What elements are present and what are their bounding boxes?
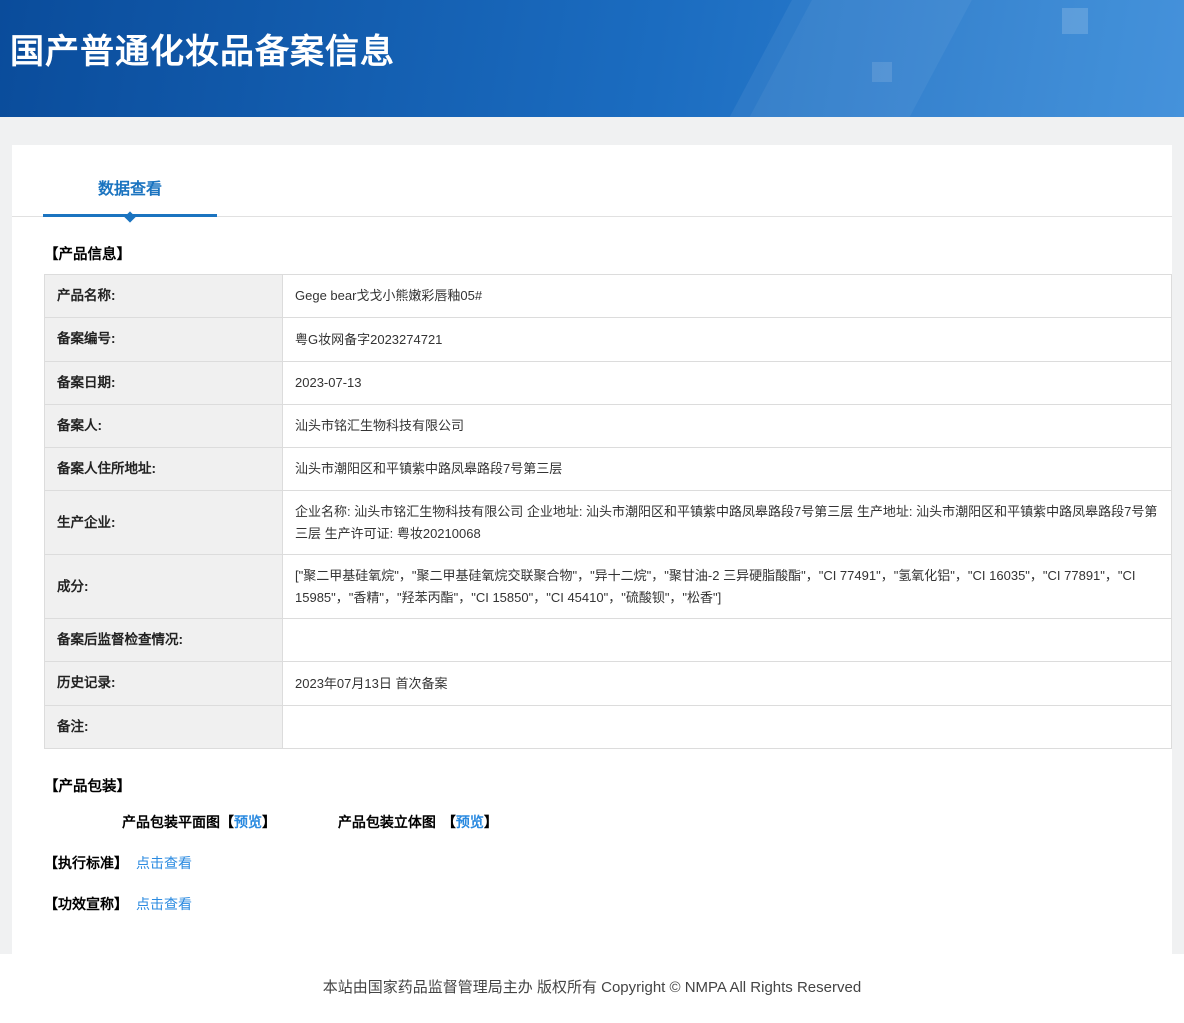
claims-view-link[interactable]: 点击查看 [136, 896, 192, 912]
field-value [282, 618, 1172, 663]
page-title: 国产普通化妆品备案信息 [10, 33, 395, 71]
packaging-solid-item: 产品包装立体图 【预览】 [338, 814, 498, 830]
field-label: 备注: [44, 704, 283, 749]
packaging-row: 产品包装平面图【预览】 产品包装立体图 【预览】 [122, 812, 1172, 832]
main-content: 【产品信息】 产品名称: Gege bear戈戈小熊嫩彩唇釉05# 备案编号: … [12, 243, 1172, 914]
field-value: Gege bear戈戈小熊嫩彩唇釉05# [282, 273, 1172, 319]
table-row: 备案人住所地址: 汕头市潮阳区和平镇紫中路凤皋路段7号第三层 [44, 447, 1172, 492]
bracket-open: 【 [220, 813, 234, 830]
field-value: 2023-07-13 [282, 360, 1172, 405]
table-row: 备案日期: 2023-07-13 [44, 360, 1172, 405]
section-title-claims: 【功效宣称】 [44, 895, 128, 912]
tab-data-view-label: 数据查看 [97, 181, 162, 198]
section-title-product-info: 【产品信息】 [44, 247, 131, 263]
claims-row: 【功效宣称】 点击查看 [44, 894, 1172, 914]
field-value [282, 704, 1172, 749]
field-label: 历史记录: [44, 661, 283, 706]
page-footer: 本站由国家药品监督管理局主办 版权所有 Copyright © NMPA All… [0, 953, 1184, 1023]
field-value: 汕头市铭汇生物科技有限公司 [282, 403, 1172, 449]
product-info-table: 产品名称: Gege bear戈戈小熊嫩彩唇釉05# 备案编号: 粤G妆网备字2… [44, 273, 1172, 749]
field-value: 粤G妆网备字2023274721 [282, 317, 1172, 362]
packaging-solid-label: 产品包装立体图 [337, 813, 436, 830]
table-row: 成分: ["聚二甲基硅氧烷"，"聚二甲基硅氧烷交联聚合物"，"异十二烷"，"聚甘… [44, 554, 1172, 620]
field-label: 成分: [44, 554, 283, 620]
tab-data-view[interactable]: 数据查看 [43, 175, 217, 217]
page-header: 国产普通化妆品备案信息 [0, 0, 1184, 117]
field-label: 备案编号: [44, 317, 283, 362]
bracket-open: 【 [441, 813, 456, 830]
table-row: 产品名称: Gege bear戈戈小熊嫩彩唇釉05# [44, 273, 1172, 319]
field-label: 产品名称: [44, 273, 283, 319]
field-label: 备案人: [44, 403, 283, 449]
standard-row: 【执行标准】 点击查看 [44, 853, 1172, 873]
table-row: 备案后监督检查情况: [44, 618, 1172, 663]
field-label: 备案后监督检查情况: [44, 618, 283, 663]
field-label: 备案人住所地址: [44, 447, 283, 492]
field-label: 备案日期: [44, 360, 283, 405]
field-label: 生产企业: [44, 490, 283, 556]
table-row: 备案编号: 粤G妆网备字2023274721 [44, 317, 1172, 362]
page-body: 数据查看 【产品信息】 产品名称: Gege bear戈戈小熊嫩彩唇釉05# 备… [0, 117, 1184, 954]
packaging-flat-label: 产品包装平面图 [122, 813, 220, 830]
standard-view-link[interactable]: 点击查看 [136, 855, 192, 871]
content-card: 数据查看 【产品信息】 产品名称: Gege bear戈戈小熊嫩彩唇釉05# 备… [12, 145, 1172, 954]
section-title-packaging: 【产品包装】 [44, 778, 131, 795]
packaging-solid-preview-link[interactable]: 预览 [456, 814, 484, 830]
table-row: 生产企业: 企业名称: 汕头市铭汇生物科技有限公司 企业地址: 汕头市潮阳区和平… [44, 490, 1172, 556]
packaging-flat-item: 产品包装平面图【预览】 [122, 814, 280, 830]
packaging-flat-preview-link[interactable]: 预览 [234, 814, 262, 830]
table-row: 历史记录: 2023年07月13日 首次备案 [44, 661, 1172, 706]
section-title-standard: 【执行标准】 [44, 854, 128, 871]
bracket-close: 】 [483, 813, 498, 830]
field-value: 2023年07月13日 首次备案 [282, 661, 1172, 706]
table-row: 备案人: 汕头市铭汇生物科技有限公司 [44, 403, 1172, 449]
field-value: 企业名称: 汕头市铭汇生物科技有限公司 企业地址: 汕头市潮阳区和平镇紫中路凤皋… [282, 490, 1172, 556]
bracket-close: 】 [262, 813, 276, 830]
field-value: ["聚二甲基硅氧烷"，"聚二甲基硅氧烷交联聚合物"，"异十二烷"，"聚甘油-2 … [282, 554, 1172, 620]
table-row: 备注: [44, 704, 1172, 749]
footer-copyright: 本站由国家药品监督管理局主办 版权所有 Copyright © NMPA All… [322, 978, 862, 996]
field-value: 汕头市潮阳区和平镇紫中路凤皋路段7号第三层 [282, 447, 1172, 492]
tab-bar: 数据查看 [12, 145, 1172, 217]
